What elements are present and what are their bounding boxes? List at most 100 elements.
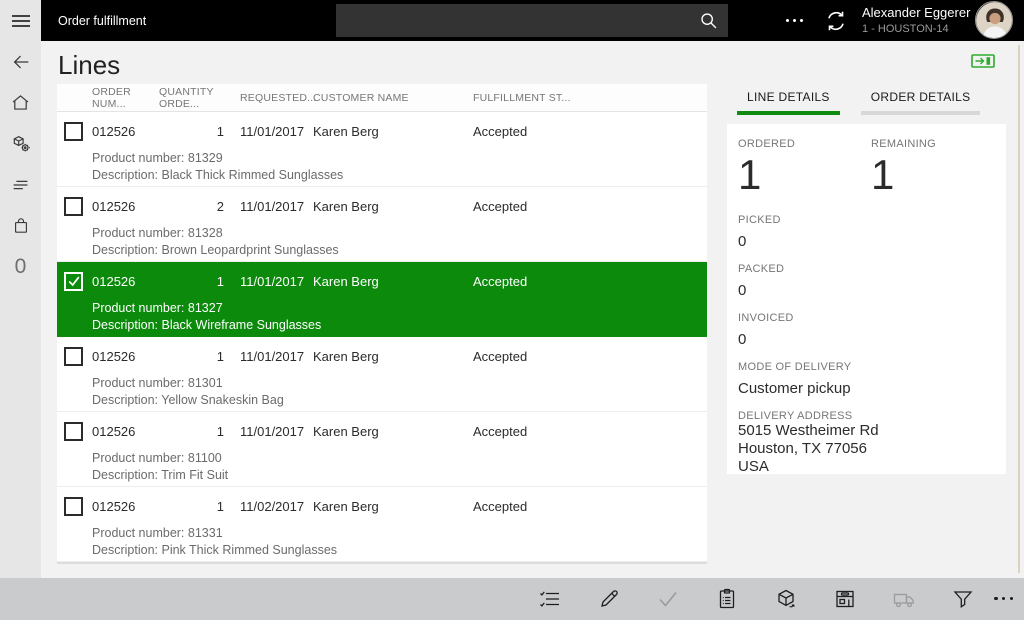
- sidebar-item-shopping-bag[interactable]: [0, 205, 41, 246]
- pick-button[interactable]: [715, 587, 739, 611]
- user-register: 1 - HOUSTON-14: [862, 23, 966, 35]
- multi-select-icon: [538, 587, 562, 611]
- filter-button[interactable]: [951, 587, 975, 611]
- home-icon: [10, 92, 31, 113]
- truck-icon: [892, 587, 916, 611]
- product-number-line: Product number: 81100: [92, 450, 707, 467]
- invoice-button[interactable]: [833, 587, 857, 611]
- products-boxes-icon: [10, 133, 32, 155]
- line-details-card: ORDERED 1 REMAINING 1 PICKED 0 PACKED 0: [727, 124, 1006, 474]
- sidebar: 0: [0, 41, 41, 578]
- quantity-cell: 1: [159, 424, 224, 439]
- details-tabs: LINE DETAILS ORDER DETAILS: [723, 84, 1008, 115]
- mode-of-delivery-value: Customer pickup: [738, 380, 995, 397]
- collapse-panel-button[interactable]: [971, 54, 995, 73]
- tab-order-details[interactable]: ORDER DETAILS: [861, 84, 981, 115]
- main-content: Lines ORDER NUM... QUANTITY ORDE... REQU…: [41, 41, 1024, 578]
- description-line: Description: Black Wireframe Sunglasses: [92, 317, 707, 334]
- sidebar-item-lines[interactable]: [0, 164, 41, 205]
- hamburger-menu-button[interactable]: [0, 0, 41, 41]
- sidebar-item-home[interactable]: [0, 82, 41, 123]
- row-checkbox[interactable]: [64, 197, 83, 216]
- row-checkbox[interactable]: [64, 422, 83, 441]
- toolbar-more-button[interactable]: [992, 587, 1016, 611]
- appbar-more-button[interactable]: [781, 0, 807, 41]
- cart-count-value: 0: [15, 255, 27, 279]
- customer-name-cell: Karen Berg: [313, 349, 473, 364]
- row-checkbox[interactable]: [64, 272, 83, 291]
- address-line-2: Houston, TX 77056: [738, 440, 995, 458]
- pick-clipboard-icon: [715, 587, 739, 611]
- search-input[interactable]: [336, 13, 698, 28]
- multi-select-button[interactable]: [538, 587, 562, 611]
- row-checkbox[interactable]: [64, 122, 83, 141]
- lines-list-icon: [10, 174, 32, 196]
- page-title: Lines: [58, 50, 120, 81]
- description-line: Description: Trim Fit Suit: [92, 467, 707, 484]
- user-name: Alexander Eggerer: [862, 5, 966, 20]
- sidebar-item-products[interactable]: [0, 123, 41, 164]
- stat-packed: PACKED 0: [738, 263, 995, 299]
- accept-button[interactable]: [656, 587, 680, 611]
- search-box[interactable]: [336, 4, 728, 37]
- col-requested[interactable]: REQUESTED...: [224, 92, 313, 104]
- check-icon: [67, 274, 81, 288]
- col-order-number[interactable]: ORDER NUM...: [92, 86, 159, 110]
- sidebar-back-button[interactable]: [0, 41, 41, 82]
- scrollbar[interactable]: [1018, 45, 1020, 573]
- customer-name-cell: Karen Berg: [313, 124, 473, 139]
- description-line: Description: Pink Thick Rimmed Sunglasse…: [92, 542, 707, 559]
- stat-picked: PICKED 0: [738, 214, 995, 250]
- customer-name-cell: Karen Berg: [313, 274, 473, 289]
- pack-button[interactable]: [774, 587, 798, 611]
- stat-remaining: REMAINING 1: [871, 138, 995, 198]
- table-row[interactable]: 012526 1 11/01/2017 Karen Berg Accepted …: [57, 262, 707, 337]
- sidebar-cart-count[interactable]: 0: [0, 246, 41, 287]
- app-title: Order fulfillment: [58, 0, 146, 41]
- product-number-line: Product number: 81329: [92, 150, 707, 167]
- tab-line-details[interactable]: LINE DETAILS: [737, 84, 840, 115]
- checkmark-icon: [656, 587, 680, 611]
- quantity-cell: 1: [159, 124, 224, 139]
- row-checkbox[interactable]: [64, 347, 83, 366]
- user-avatar[interactable]: [975, 1, 1013, 39]
- table-row[interactable]: 012526 2 11/01/2017 Karen Berg Accepted …: [57, 187, 707, 262]
- row-checkbox[interactable]: [64, 497, 83, 516]
- requested-date-cell: 11/01/2017: [224, 349, 313, 364]
- ship-button[interactable]: [892, 587, 916, 611]
- requested-date-cell: 11/01/2017: [224, 199, 313, 214]
- order-number-cell: 012526: [92, 124, 159, 139]
- user-block[interactable]: Alexander Eggerer 1 - HOUSTON-14: [862, 5, 966, 35]
- packed-value: 0: [738, 282, 995, 299]
- refresh-button[interactable]: [823, 8, 849, 34]
- table-row[interactable]: 012526 1 11/01/2017 Karen Berg Accepted …: [57, 337, 707, 412]
- search-icon[interactable]: [698, 10, 720, 32]
- product-number-line: Product number: 81331: [92, 525, 707, 542]
- description-line: Description: Yellow Snakeskin Bag: [92, 392, 707, 409]
- table-row[interactable]: 012526 1 11/01/2017 Karen Berg Accepted …: [57, 412, 707, 487]
- fulfillment-status-cell: Accepted: [473, 274, 707, 289]
- refresh-sync-icon: [823, 8, 849, 34]
- product-number-line: Product number: 81301: [92, 375, 707, 392]
- order-number-cell: 012526: [92, 499, 159, 514]
- table-row[interactable]: 012526 1 11/01/2017 Karen Berg Accepted …: [57, 112, 707, 187]
- filter-funnel-icon: [951, 587, 975, 611]
- product-number-line: Product number: 81327: [92, 300, 707, 317]
- col-quantity[interactable]: QUANTITY ORDE...: [159, 86, 224, 110]
- fulfillment-status-cell: Accepted: [473, 424, 707, 439]
- hamburger-icon: [11, 14, 31, 28]
- col-fulfillment-status[interactable]: FULFILLMENT ST...: [473, 92, 707, 104]
- lines-table: ORDER NUM... QUANTITY ORDE... REQUESTED.…: [57, 84, 707, 564]
- order-number-cell: 012526: [92, 349, 159, 364]
- edit-button[interactable]: [597, 587, 621, 611]
- order-number-cell: 012526: [92, 424, 159, 439]
- table-row[interactable]: 012526 1 11/02/2017 Karen Berg Accepted …: [57, 487, 707, 562]
- bottom-toolbar: [0, 578, 1024, 620]
- requested-date-cell: 11/02/2017: [224, 499, 313, 514]
- register-store-icon: [833, 587, 857, 611]
- quantity-cell: 1: [159, 499, 224, 514]
- col-customer-name[interactable]: CUSTOMER NAME: [313, 92, 473, 104]
- customer-name-cell: Karen Berg: [313, 199, 473, 214]
- customer-name-cell: Karen Berg: [313, 424, 473, 439]
- lines-table-header: ORDER NUM... QUANTITY ORDE... REQUESTED.…: [57, 84, 707, 112]
